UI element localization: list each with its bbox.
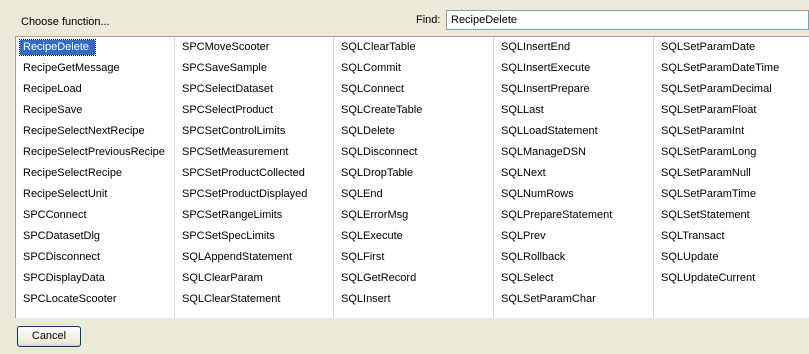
function-list-item[interactable]: RecipeSelectNextRecipe <box>20 124 151 139</box>
function-list-item[interactable]: SQLInsert <box>338 292 397 307</box>
function-list-item[interactable]: SQLPrev <box>498 229 552 244</box>
function-list-item[interactable]: SQLSetParamLong <box>658 145 762 160</box>
function-column-1: RecipeDelete RecipeGetMessage RecipeLoad Re… <box>16 37 175 318</box>
function-list-item[interactable]: SQLInsertEnd <box>498 40 576 55</box>
function-list-item[interactable]: SQLInsertPrepare <box>498 82 596 97</box>
function-list-item[interactable]: SQLSelect <box>498 271 560 286</box>
function-list-item[interactable]: SPCSetControlLimits <box>179 124 291 139</box>
function-list-item[interactable]: SPCSetRangeLimits <box>179 208 288 223</box>
function-list-item[interactable]: SQLSetParamDecimal <box>658 82 778 97</box>
function-list-item[interactable]: SQLPrepareStatement <box>498 208 618 223</box>
function-list-item[interactable]: SQLSetParamChar <box>498 292 602 307</box>
function-list-item[interactable]: SPCMoveScooter <box>179 40 275 55</box>
function-list-item[interactable]: SQLNumRows <box>498 187 580 202</box>
function-list-item[interactable]: SPCSelectDataset <box>179 82 279 97</box>
function-list-item[interactable]: SPCSetProductDisplayed <box>179 187 313 202</box>
function-list-item[interactable]: SQLSetStatement <box>658 208 756 223</box>
function-list-item[interactable]: SQLClearStatement <box>179 292 286 307</box>
function-list-item[interactable]: SQLDelete <box>338 124 401 139</box>
function-list-item[interactable]: SPCLocateScooter <box>20 292 123 307</box>
function-column-3: SQLClearTable SQLCommit SQLConnect SQLCreat… <box>334 37 494 318</box>
function-list-item[interactable]: SPCConnect <box>20 208 93 223</box>
function-list-item[interactable]: SPCSelectProduct <box>179 103 279 118</box>
function-list-columns: RecipeDelete RecipeGetMessage RecipeLoad Re… <box>16 37 809 318</box>
function-list-item[interactable]: SQLRollback <box>498 250 571 265</box>
function-list-item[interactable]: SPCDatasetDlg <box>20 229 106 244</box>
function-list-item[interactable]: SPCSetProductCollected <box>179 166 311 181</box>
cancel-button[interactable]: Cancel <box>17 326 81 347</box>
function-list-item[interactable]: SQLNext <box>498 166 552 181</box>
function-list-item[interactable]: SQLSetParamDate <box>658 40 761 55</box>
function-list-item[interactable]: SQLEnd <box>338 187 389 202</box>
function-list-item[interactable]: SQLAppendStatement <box>179 250 298 265</box>
function-list-item[interactable]: SPCSetSpecLimits <box>179 229 281 244</box>
function-list-item[interactable]: SQLUpdate <box>658 250 724 265</box>
find-label: Find: <box>416 14 441 26</box>
function-list-item[interactable]: RecipeGetMessage <box>20 61 126 76</box>
function-list-item[interactable]: SQLManageDSN <box>498 145 592 160</box>
function-list-item[interactable]: SQLDropTable <box>338 166 419 181</box>
function-list-item[interactable]: SQLSetParamDateTime <box>658 61 785 76</box>
function-list-item[interactable]: SQLInsertExecute <box>498 61 596 76</box>
function-list[interactable]: RecipeDelete RecipeGetMessage RecipeLoad Re… <box>15 36 809 318</box>
function-list-item[interactable]: SQLDisconnect <box>338 145 423 160</box>
function-list-item[interactable]: SQLCreateTable <box>338 103 428 118</box>
function-list-item[interactable]: SQLConnect <box>338 82 410 97</box>
function-list-item[interactable]: SQLClearTable <box>338 40 422 55</box>
function-list-item[interactable]: SQLGetRecord <box>338 271 422 286</box>
function-list-item[interactable]: SPCDisconnect <box>20 250 106 265</box>
function-list-item[interactable]: RecipeSelectPreviousRecipe <box>20 145 171 160</box>
function-list-item[interactable]: RecipeSelectUnit <box>20 187 113 202</box>
function-list-item[interactable]: SQLSetParamFloat <box>658 103 762 118</box>
function-list-item[interactable]: SQLSetParamTime <box>658 187 762 202</box>
function-list-item[interactable]: SQLFirst <box>338 250 390 265</box>
function-column-2: SPCMoveScooter SPCSaveSample SPCSelectData… <box>175 37 334 318</box>
choose-function-label: Choose function... <box>21 16 110 28</box>
function-list-item[interactable]: SQLUpdateCurrent <box>658 271 761 286</box>
function-list-item[interactable]: SPCSaveSample <box>179 61 273 76</box>
function-list-item[interactable]: SQLSetParamNull <box>658 166 757 181</box>
function-column-4: SQLInsertEnd SQLInsertExecute SQLInsertPre… <box>494 37 654 318</box>
function-list-item[interactable]: SQLLast <box>498 103 550 118</box>
function-list-item[interactable]: SQLSetParamInt <box>658 124 750 139</box>
function-list-item[interactable]: RecipeSelectRecipe <box>20 166 128 181</box>
function-list-item[interactable]: SPCSetMeasurement <box>179 145 294 160</box>
function-list-item[interactable]: RecipeSave <box>20 103 88 118</box>
find-input[interactable] <box>446 10 809 30</box>
function-list-item[interactable]: SQLLoadStatement <box>498 124 604 139</box>
function-list-item[interactable]: SPCDisplayData <box>20 271 111 286</box>
function-list-item[interactable]: RecipeLoad <box>20 82 88 97</box>
function-list-item[interactable]: SQLCommit <box>338 61 407 76</box>
function-list-item[interactable]: RecipeDelete <box>18 39 97 56</box>
function-list-item[interactable]: SQLTransact <box>658 229 731 244</box>
function-list-item[interactable]: SQLExecute <box>338 229 409 244</box>
function-column-5: SQLSetParamDate SQLSetParamDateTime SQLSet… <box>654 37 809 318</box>
function-list-item[interactable]: SQLClearParam <box>179 271 269 286</box>
dialog-header: Choose function... Find: <box>0 0 809 34</box>
function-list-item[interactable]: SQLErrorMsg <box>338 208 414 223</box>
